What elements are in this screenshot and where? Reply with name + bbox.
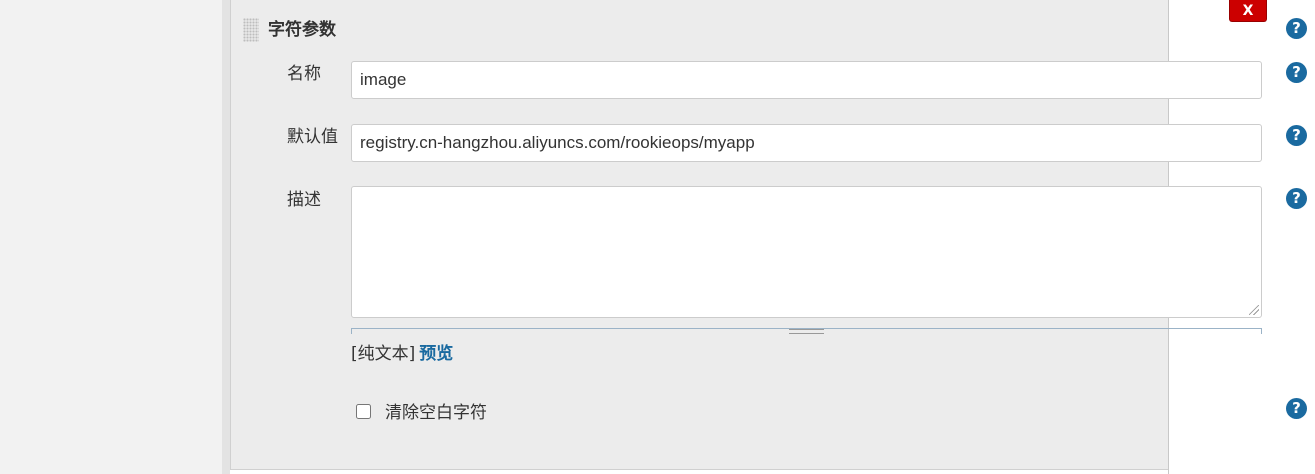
- help-icon-default-value[interactable]: ?: [1286, 125, 1307, 146]
- help-icon-name[interactable]: ?: [1286, 62, 1307, 83]
- plain-text-label: [纯文本]: [351, 344, 416, 364]
- trim-checkbox[interactable]: [356, 404, 371, 419]
- name-label: 名称: [287, 64, 321, 84]
- left-column: [0, 0, 222, 474]
- preview-link[interactable]: 预览: [419, 344, 453, 364]
- description-label: 描述: [287, 190, 321, 210]
- default-value-input[interactable]: [351, 124, 1262, 162]
- help-icon-trim[interactable]: ?: [1286, 398, 1307, 419]
- delete-parameter-button[interactable]: X: [1229, 0, 1267, 22]
- section-title: 字符参数: [268, 20, 336, 40]
- syntax-line: [纯文本] 预览: [351, 342, 453, 366]
- left-divider: [222, 0, 230, 474]
- textarea-resize-grip-icon[interactable]: [1249, 305, 1259, 315]
- resize-handle[interactable]: [789, 329, 824, 334]
- drag-handle[interactable]: [243, 18, 259, 42]
- help-icon-section[interactable]: ?: [1286, 18, 1307, 39]
- name-input[interactable]: [351, 61, 1262, 99]
- default-value-label: 默认值: [287, 127, 338, 147]
- help-icon-description[interactable]: ?: [1286, 188, 1307, 209]
- trim-checkbox-label[interactable]: 清除空白字符: [385, 401, 487, 425]
- description-textarea[interactable]: [351, 186, 1262, 318]
